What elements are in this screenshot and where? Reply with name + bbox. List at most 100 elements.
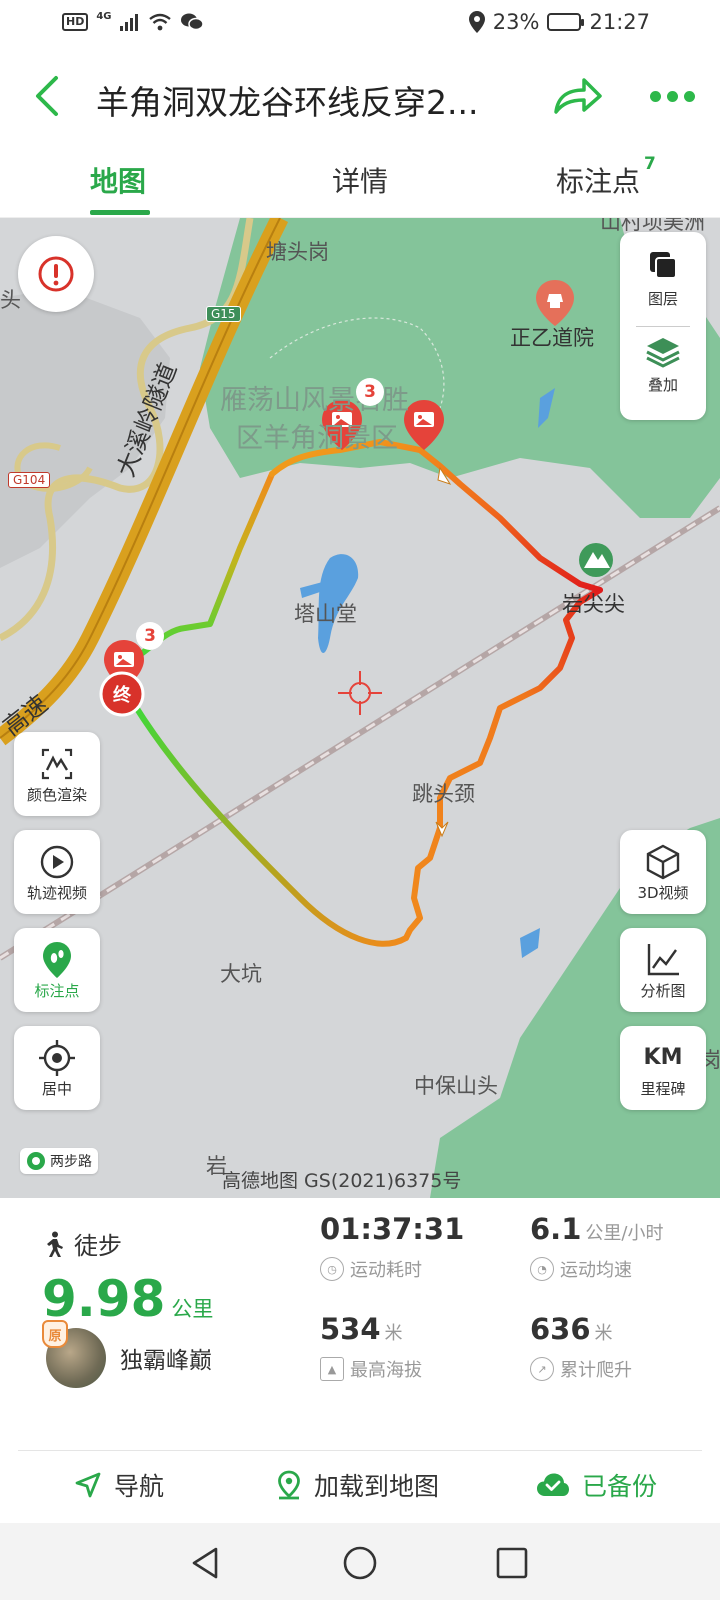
map-label-edge-left: 头 xyxy=(0,288,21,312)
brand-logo-icon xyxy=(27,1152,45,1170)
layers-button[interactable]: 图层 xyxy=(620,248,706,309)
hiking-icon xyxy=(47,1231,63,1257)
markers-count-badge: 7 xyxy=(644,154,656,174)
back-button[interactable] xyxy=(28,74,68,118)
markers-toggle-button[interactable]: 标注点 xyxy=(14,928,100,1012)
page-title: 羊角洞双龙谷环线反穿2... xyxy=(96,83,479,122)
home-nav-icon[interactable] xyxy=(342,1545,378,1581)
avg-speed-label: 运动均速 xyxy=(560,1260,632,1281)
map-label-zhongbao: 中保山头 xyxy=(414,1074,498,1098)
center-label: 居中 xyxy=(41,1079,72,1098)
layers-icon xyxy=(650,252,677,279)
system-nav-bar xyxy=(0,1523,720,1600)
signal-icon xyxy=(119,14,138,31)
distance-unit: 公里 xyxy=(171,1297,214,1321)
track-stats: 徒步 9.98 公里 原 独霸峰巅 01:37:31 ◷ 运动耗时 6.1 公里/小时… xyxy=(0,1198,720,1448)
backup-status-button[interactable]: 已备份 xyxy=(536,1467,657,1503)
total-climb-stat: 636 米 ↗ 累计爬升 xyxy=(530,1312,632,1382)
track-video-label: 轨迹视频 xyxy=(26,883,87,902)
app-header: 羊角洞双龙谷环线反穿2... xyxy=(0,48,720,144)
active-tab-indicator xyxy=(90,210,150,215)
avatar[interactable]: 原 xyxy=(42,1320,106,1388)
map-label-tiaotoujing: 跳头颈 xyxy=(412,782,475,806)
stopwatch-icon: ◷ xyxy=(320,1257,344,1281)
speedometer-icon: ◔ xyxy=(530,1257,554,1281)
overlay-button[interactable]: 叠加 xyxy=(620,336,706,395)
tab-markers[interactable]: 标注点 xyxy=(556,160,640,200)
cloud-check-icon xyxy=(537,1473,569,1496)
share-button[interactable] xyxy=(552,72,604,120)
color-render-button[interactable]: 颜色渲染 xyxy=(14,732,100,816)
line-chart-icon xyxy=(647,943,679,975)
navigate-button[interactable]: 导航 xyxy=(74,1467,164,1503)
crosshair-icon xyxy=(338,671,382,715)
author[interactable]: 原 独霸峰巅 xyxy=(42,1320,212,1388)
locate-icon xyxy=(39,1039,75,1076)
max-altitude-label: 最高海拔 xyxy=(350,1360,422,1381)
hd-badge: HD xyxy=(62,13,89,31)
center-button[interactable]: 居中 xyxy=(14,1026,100,1110)
max-altitude-stat: 534 米 ▲ 最高海拔 xyxy=(320,1312,422,1382)
map-label-zhengyi: 正乙道院 xyxy=(510,326,594,350)
alert-button[interactable] xyxy=(18,236,94,312)
map-pin-icon xyxy=(278,1470,300,1500)
analysis-chart-label: 分析图 xyxy=(640,981,686,1000)
map-label-scenic-line2: 区羊角洞景区 xyxy=(236,423,398,454)
footprint-pin-icon xyxy=(43,941,71,978)
map-canvas xyxy=(0,218,720,1198)
road-chip-g15: G15 xyxy=(206,306,241,322)
tab-map[interactable]: 地图 xyxy=(90,160,146,200)
original-badge: 原 xyxy=(42,1320,68,1348)
end-marker-label[interactable]: 终 xyxy=(110,680,134,708)
sport-type: 徒步 xyxy=(44,1226,122,1261)
overlay-stack-icon xyxy=(646,338,680,368)
total-climb-unit: 米 xyxy=(594,1323,613,1344)
location-icon xyxy=(468,11,485,33)
layers-label: 图层 xyxy=(647,290,678,308)
navigate-label: 导航 xyxy=(114,1472,165,1501)
network-type: 4G xyxy=(96,10,112,22)
map-copyright: 高德地图 GS(2021)6375号 xyxy=(222,1170,462,1192)
total-climb-value: 636 xyxy=(530,1312,591,1346)
load-to-map-button[interactable]: 加载到地图 xyxy=(276,1467,439,1503)
tab-details[interactable]: 详情 xyxy=(332,160,388,200)
markers-toggle-label: 标注点 xyxy=(34,981,80,1000)
track-video-button[interactable]: 轨迹视频 xyxy=(14,830,100,914)
3d-video-button[interactable]: 3D视频 xyxy=(620,830,706,914)
milestone-label: 里程碑 xyxy=(640,1079,686,1098)
avg-speed-unit: 公里/小时 xyxy=(585,1223,664,1244)
author-name[interactable]: 独霸峰巅 xyxy=(120,1341,212,1375)
battery-percent: 23% xyxy=(492,10,540,34)
brand-name: 两步路 xyxy=(50,1154,92,1170)
sport-type-label: 徒步 xyxy=(74,1232,122,1260)
analysis-chart-button[interactable]: 分析图 xyxy=(620,928,706,1012)
battery-icon xyxy=(547,13,585,31)
mountain-peak-icon xyxy=(579,543,613,577)
map-label-tashantang: 塔山堂 xyxy=(294,602,357,626)
overlay-label: 叠加 xyxy=(647,376,678,394)
cube-icon xyxy=(646,844,680,879)
action-bar: 导航 加载到地图 已备份 xyxy=(0,1451,720,1523)
clock: 21:27 xyxy=(589,10,650,34)
layer-divider xyxy=(636,326,690,327)
map-label-tangtougang: 塘头岗 xyxy=(266,240,329,264)
warning-icon xyxy=(38,256,74,292)
map-view[interactable]: 山村坝美洲 塘头岗 头 正乙道院 雁荡山风景名胜 区羊角洞景区 塔山堂 岩尖尖 … xyxy=(0,218,720,1198)
brand-watermark: 两步路 xyxy=(20,1148,98,1174)
duration-label: 运动耗时 xyxy=(350,1260,422,1281)
milestone-button[interactable]: KM 里程碑 xyxy=(620,1026,706,1110)
map-label-yanjianjian: 岩尖尖 xyxy=(562,592,625,616)
km-icon: KM xyxy=(643,1045,683,1070)
3d-video-label: 3D视频 xyxy=(637,883,689,902)
color-render-label: 颜色渲染 xyxy=(26,785,87,804)
status-bar: HD 4G 23% 21:27 xyxy=(0,0,720,48)
photo-cluster-count[interactable]: 3 xyxy=(136,622,164,650)
more-button[interactable] xyxy=(650,76,698,116)
back-nav-icon[interactable] xyxy=(188,1545,224,1581)
photo-cluster-count[interactable]: 3 xyxy=(356,378,384,406)
max-altitude-value: 534 xyxy=(320,1312,381,1346)
recents-nav-icon[interactable] xyxy=(494,1545,530,1581)
wifi-icon xyxy=(148,13,171,31)
tab-bar: 地图 详情 标注点 7 xyxy=(0,144,720,218)
avg-speed-stat: 6.1 公里/小时 ◔ 运动均速 xyxy=(530,1212,663,1282)
